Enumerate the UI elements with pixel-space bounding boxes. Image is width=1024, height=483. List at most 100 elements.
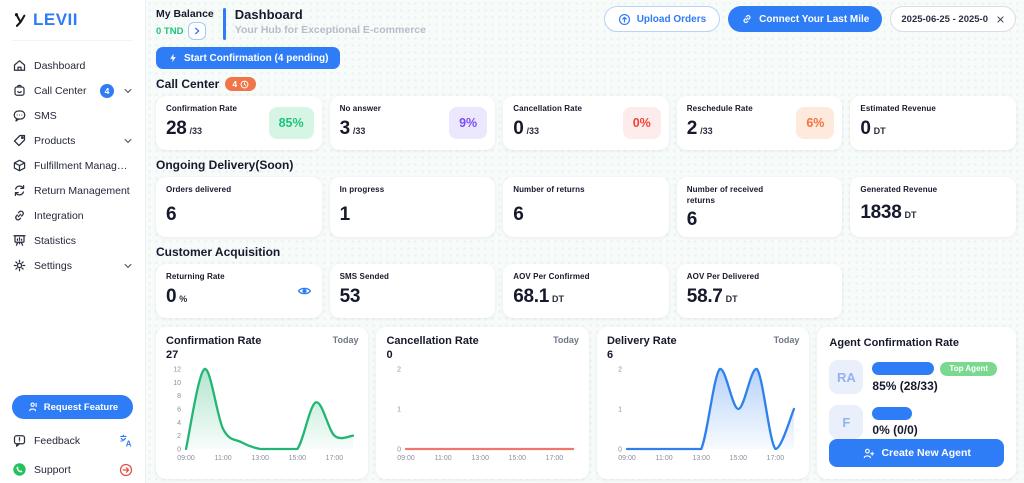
svg-text:A: A [126,439,132,447]
agent-stat: 0% (0/0) [872,423,918,437]
card-value: 53 [339,285,361,307]
sidebar-item-dashboard[interactable]: Dashboard [12,53,133,78]
connect-last-mile-button[interactable]: Connect Your Last Mile [728,6,883,32]
svg-text:13:00: 13:00 [472,455,490,462]
card-label: Returning Rate [166,272,225,281]
lightning-bolt-icon [168,52,178,64]
date-range-value: 2025-06-25 - 2025-0 [901,13,988,25]
clock-icon [240,80,249,89]
card-label: Cancellation Rate [513,104,583,113]
avatar: F [829,405,864,439]
top-agent-badge: Top Agent [940,361,998,376]
agent-row: RA Top Agent 85% (28/33) [829,360,1004,394]
sidebar-item-integration[interactable]: Integration [12,203,133,228]
pending-count: 4 [232,79,238,89]
sidebar-item-sms[interactable]: SMS [12,103,133,128]
svg-text:09:00: 09:00 [177,455,195,462]
sidebar-item-label: Return Management [34,184,130,197]
svg-text:10: 10 [173,380,181,387]
card-unit: DT [904,209,917,220]
card-label: Confirmation Rate [166,104,238,113]
section-title: Call Center [156,77,220,91]
support-row[interactable]: Support [12,462,133,477]
title-block: Dashboard Your Hub for Exceptional E-com… [235,6,426,36]
sidebar-nav: Dashboard Call Center 4 SMS Products Ful… [12,53,133,278]
stat-card-returning-rate: Returning Rate 0% [156,264,322,318]
agent-stat: 85% (28/33) [872,378,938,393]
sidebar-item-label: Call Center [34,84,87,97]
card-label: SMS Sended [339,272,390,281]
percent-badge: 85% [268,107,314,139]
upload-orders-button[interactable]: Upload Orders [603,6,721,32]
card-value: 6 [513,203,524,225]
card-value: 58.7 [686,285,723,307]
home-icon [12,58,27,73]
svg-text:09:00: 09:00 [618,455,636,462]
agent-row: F 0% (0/0) [829,405,1004,439]
chart-total: 0 [386,349,393,361]
chart-title: Confirmation Rate [166,335,262,347]
call-center-count-badge: 4 [100,83,114,98]
sidebar-item-fulfillment[interactable]: Fulfillment Management [12,153,133,178]
redirect-arrow-icon[interactable] [119,463,133,477]
eye-icon[interactable] [297,284,312,299]
page-subtitle: Your Hub for Exceptional E-commerce [234,24,426,36]
sidebar: LEVII Dashboard Call Center 4 SMS Produc… [0,0,146,483]
svg-text:8: 8 [177,393,181,400]
charts-row: Confirmation Rate 27 Today 0 2 4 6 8 10 12 09:0… [156,327,1016,479]
confirmation-rate-chart: 0 2 4 6 8 10 12 09:00 11:00 13:00 15:00 17:00 [166,363,358,463]
card-value: 28 [166,117,187,139]
feedback-label: Feedback [34,434,81,447]
card-unit: /33 [352,125,366,136]
svg-text:1: 1 [618,407,622,414]
tag-icon [12,133,27,148]
translate-icon[interactable]: A [119,434,133,448]
close-icon[interactable] [996,15,1005,24]
card-unit: DT [725,293,738,304]
start-confirmation-button[interactable]: Start Confirmation (4 pending) [156,47,341,69]
card-value: 1838 [860,201,902,223]
create-new-agent-button[interactable]: Create New Agent [829,439,1004,467]
card-label: AOV Per Confirmed [513,272,590,281]
sidebar-item-label: SMS [34,109,57,122]
call-center-cards: Confirmation Rate 28/33 85% No answer 3/… [156,96,1016,150]
balance-expand-button[interactable] [188,22,207,40]
card-label: Generated Revenue [860,185,938,194]
svg-text:15:00: 15:00 [289,455,307,462]
logo[interactable]: LEVII [12,10,133,41]
card-label: In progress [339,185,385,194]
date-range-picker[interactable]: 2025-06-25 - 2025-0 [890,6,1016,32]
sidebar-item-label: Products [34,134,76,147]
sidebar-item-settings[interactable]: Settings [12,253,133,278]
svg-text:11:00: 11:00 [435,455,452,462]
sidebar-item-statistics[interactable]: Statistics [12,228,133,253]
svg-text:15:00: 15:00 [509,455,527,462]
customer-acquisition-section-head: Customer Acquisition [156,245,1016,259]
sidebar-item-products[interactable]: Products [12,128,133,153]
feedback-row[interactable]: Feedback A [12,433,133,448]
chevron-down-icon [123,261,133,271]
card-unit: /33 [526,125,539,136]
svg-text:13:00: 13:00 [251,455,269,462]
support-label: Support [34,463,71,476]
svg-text:2: 2 [398,367,402,374]
page-title: Dashboard [234,7,303,22]
sidebar-item-label: Dashboard [34,59,86,72]
svg-text:17:00: 17:00 [326,455,344,462]
avatar: RA [829,360,864,394]
request-feature-button[interactable]: Request Feature [12,395,133,419]
sidebar-item-call-center[interactable]: Call Center 4 [12,78,133,103]
card-label: Number of returns [513,185,585,194]
card-label: Orders delivered [166,185,232,194]
sidebar-item-return[interactable]: Return Management [12,178,133,203]
logo-text: LEVII [33,10,79,29]
stat-card-reschedule-rate: Reschedule Rate 2/33 6% [676,96,843,150]
svg-text:4: 4 [177,420,181,427]
recycle-arrows-icon [12,183,27,198]
card-value: 1 [339,203,351,225]
cancellation-rate-chart-card: Cancellation Rate 0 Today 0 1 2 09:00 11:00 1… [376,327,589,479]
cancellation-rate-chart: 0 1 2 09:00 11:00 13:00 15:00 17:00 [386,363,578,463]
stat-card-estimated-revenue: Estimated Revenue 0 DT [850,96,1016,150]
person-flag-icon [27,401,39,413]
link-icon [12,208,27,223]
